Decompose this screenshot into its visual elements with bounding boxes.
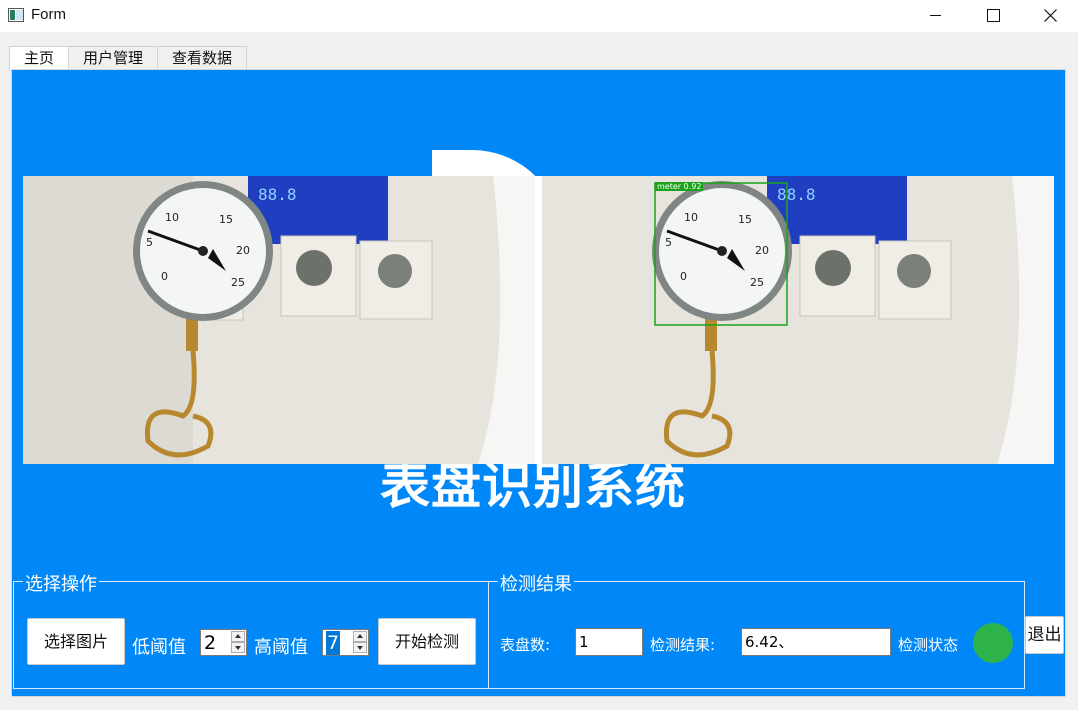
main-panel: 表盘识别系统 88.8 10 15 5 20 0 25 88.8 10 15 5… [11,69,1066,697]
status-indicator [973,623,1013,663]
operations-group-title: 选择操作 [23,570,99,596]
dial-count-label: 表盘数: [500,636,551,654]
svg-text:15: 15 [738,213,752,226]
dial-count-field[interactable]: 1 [575,628,643,656]
exit-button[interactable]: 退出 [1025,616,1064,654]
spin-down-icon[interactable] [353,642,367,653]
maximize-button[interactable] [964,0,1022,32]
svg-text:15: 15 [219,213,233,226]
spin-up-icon[interactable] [353,631,367,642]
detection-box-label: meter 0.92 [657,182,701,191]
svg-text:5: 5 [665,236,672,249]
tab-bar: 主页 用户管理 查看数据 [9,46,248,71]
detected-image: 88.8 10 15 5 20 0 25 meter 0.92 [542,176,1054,464]
tab-view-data[interactable]: 查看数据 [157,46,248,70]
detect-result-label: 检测结果: [650,636,716,654]
svg-text:10: 10 [684,211,698,224]
svg-text:20: 20 [236,244,250,257]
svg-text:25: 25 [231,276,245,289]
high-threshold-arrows[interactable] [353,631,367,654]
low-threshold-arrows[interactable] [231,631,245,654]
high-threshold-spinbox[interactable]: 7 [322,629,369,656]
svg-text:88.8: 88.8 [258,185,297,204]
detect-status-label: 检测状态 [898,636,959,654]
high-threshold-value[interactable]: 7 [326,631,341,655]
spin-up-icon[interactable] [231,631,245,642]
high-threshold-label: 高阈值 [254,637,308,658]
minimize-button[interactable] [906,0,964,32]
close-icon [1044,9,1057,22]
tab-user-management[interactable]: 用户管理 [68,46,159,70]
window-title: Form [31,6,66,23]
svg-text:88.8: 88.8 [777,185,816,204]
svg-text:20: 20 [755,244,769,257]
detect-result-field[interactable]: 6.42、 [741,628,891,656]
svg-text:0: 0 [680,270,687,283]
app-icon [8,8,24,22]
svg-text:0: 0 [161,270,168,283]
low-threshold-spinbox[interactable]: 2 [200,629,247,656]
title-bar: Form [0,0,1078,32]
select-image-button[interactable]: 选择图片 [27,618,125,665]
start-detect-button[interactable]: 开始检测 [378,618,476,665]
low-threshold-label: 低阈值 [132,637,186,658]
results-group-title: 检测结果 [498,570,574,596]
low-threshold-value[interactable]: 2 [204,631,216,655]
svg-text:10: 10 [165,211,179,224]
svg-text:25: 25 [750,276,764,289]
operations-group: 选择操作 选择图片 低阈值 2 高阈值 7 开始检测 [13,570,489,689]
svg-text:5: 5 [146,236,153,249]
original-image: 88.8 10 15 5 20 0 25 [23,176,535,464]
spin-down-icon[interactable] [231,642,245,653]
results-group: 检测结果 表盘数: 1 检测结果: 6.42、 检测状态 [488,570,1025,689]
tab-home[interactable]: 主页 [9,46,70,71]
close-button[interactable] [1022,0,1078,32]
image-divider [535,176,542,464]
